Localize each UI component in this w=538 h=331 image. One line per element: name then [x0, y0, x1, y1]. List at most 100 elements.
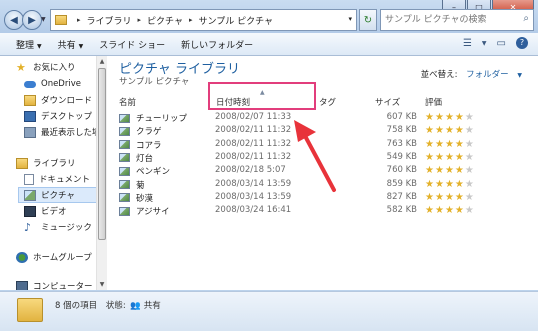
rating-star-icon[interactable]: ★ — [455, 113, 464, 123]
search-box[interactable]: ⌕ — [380, 9, 534, 31]
search-input[interactable] — [381, 14, 515, 26]
sidebar-item-downloads[interactable]: ダウンロード — [24, 93, 92, 107]
refresh-button[interactable]: ↻ — [359, 9, 377, 31]
file-row[interactable]: クラゲ — [119, 125, 162, 137]
forward-button[interactable]: ▶ — [22, 10, 42, 30]
file-row[interactable]: 灯台 — [119, 152, 153, 164]
rating-star-icon[interactable]: ★ — [465, 152, 474, 163]
rating-star-icon[interactable]: ★ — [425, 126, 434, 136]
column-header-size[interactable]: サイズ — [375, 96, 400, 108]
rating-star-icon[interactable]: ★ — [425, 206, 434, 216]
rating-star-icon[interactable]: ★ — [445, 166, 454, 176]
column-header-name[interactable]: 名前 — [119, 96, 136, 108]
column-header-tag[interactable]: タグ — [319, 96, 336, 108]
preview-pane-icon[interactable]: ▭ — [497, 38, 506, 49]
share-menu[interactable]: 共有 ▼ — [58, 38, 84, 51]
file-rating[interactable]: ★ ★ ★ ★ ★ — [425, 152, 474, 163]
rating-star-icon[interactable]: ★ — [435, 166, 444, 176]
sidebar-item-computer[interactable]: コンピューター — [16, 279, 93, 290]
recent-pages-dropdown[interactable]: ▼ — [41, 16, 46, 23]
rating-star-icon[interactable]: ★ — [425, 179, 434, 190]
rating-star-icon[interactable]: ★ — [435, 152, 444, 163]
scroll-down-icon[interactable]: ▼ — [98, 280, 106, 289]
rating-star-icon[interactable]: ★ — [445, 179, 454, 190]
file-row[interactable]: チューリップ — [119, 112, 187, 124]
file-row[interactable]: 砂漠 — [119, 192, 153, 204]
rating-star-icon[interactable]: ★ — [465, 179, 474, 190]
breadcrumb-root-arrow[interactable]: ▸ — [77, 16, 81, 24]
rating-star-icon[interactable]: ★ — [445, 152, 454, 163]
rating-star-icon[interactable]: ★ — [445, 126, 454, 136]
rating-star-icon[interactable]: ★ — [455, 192, 464, 203]
rating-star-icon[interactable]: ★ — [465, 192, 474, 203]
breadcrumb-separator[interactable]: ▸ — [138, 16, 142, 24]
rating-star-icon[interactable]: ★ — [455, 179, 464, 190]
file-rating[interactable]: ★ ★ ★ ★ ★ — [425, 166, 474, 176]
rating-star-icon[interactable]: ★ — [435, 206, 444, 216]
view-options-icon[interactable]: ☰ — [463, 38, 472, 49]
breadcrumb-sample-pictures[interactable]: サンプル ピクチャ — [198, 14, 273, 27]
rating-star-icon[interactable]: ★ — [465, 113, 474, 123]
chevron-down-icon[interactable]: ▼ — [482, 40, 487, 47]
new-folder-button[interactable]: 新しいフォルダー — [181, 38, 253, 51]
sidebar-item-libraries[interactable]: ライブラリ — [16, 156, 76, 170]
scroll-up-icon[interactable]: ▲ — [98, 57, 106, 66]
rating-star-icon[interactable]: ★ — [465, 139, 474, 150]
file-rating[interactable]: ★ ★ ★ ★ ★ — [425, 113, 474, 123]
file-rating[interactable]: ★ ★ ★ ★ ★ — [425, 126, 474, 136]
rating-star-icon[interactable]: ★ — [445, 139, 454, 150]
rating-star-icon[interactable]: ★ — [425, 166, 434, 176]
scrollbar-thumb[interactable] — [98, 68, 106, 240]
back-button[interactable]: ◀ — [4, 10, 24, 30]
rating-star-icon[interactable]: ★ — [445, 113, 454, 123]
rating-star-icon[interactable]: ★ — [425, 152, 434, 163]
rating-star-icon[interactable]: ★ — [455, 126, 464, 136]
sidebar-item-desktop[interactable]: デスクトップ — [24, 109, 92, 123]
rating-star-icon[interactable]: ★ — [425, 139, 434, 150]
rating-star-icon[interactable]: ★ — [455, 206, 464, 216]
rating-star-icon[interactable]: ★ — [455, 139, 464, 150]
rating-star-icon[interactable]: ★ — [435, 113, 444, 123]
file-row[interactable]: アジサイ — [119, 205, 170, 217]
rating-star-icon[interactable]: ★ — [435, 126, 444, 136]
rating-star-icon[interactable]: ★ — [425, 113, 434, 123]
rating-star-icon[interactable]: ★ — [445, 192, 454, 203]
breadcrumb-libraries[interactable]: ライブラリ — [87, 14, 132, 27]
file-rating[interactable]: ★ ★ ★ ★ ★ — [425, 192, 474, 203]
rating-star-icon[interactable]: ★ — [425, 192, 434, 203]
file-row[interactable]: 菊 — [119, 179, 145, 191]
rating-star-icon[interactable]: ★ — [455, 166, 464, 176]
rating-star-icon[interactable]: ★ — [445, 206, 454, 216]
rating-star-icon[interactable]: ★ — [465, 166, 474, 176]
rating-star-icon[interactable]: ★ — [435, 192, 444, 203]
arrange-by-dropdown[interactable]: フォルダー — [466, 70, 509, 80]
file-rating[interactable]: ★ ★ ★ ★ ★ — [425, 139, 474, 150]
column-header-rating[interactable]: 評価 — [425, 96, 442, 108]
slideshow-button[interactable]: スライド ショー — [99, 38, 165, 51]
breadcrumb-separator[interactable]: ▸ — [189, 16, 193, 24]
file-row[interactable]: ペンギン — [119, 165, 170, 177]
sidebar-item-onedrive[interactable]: OneDrive — [24, 77, 81, 91]
file-row[interactable]: コアラ — [119, 139, 162, 151]
file-rating[interactable]: ★ ★ ★ ★ ★ — [425, 179, 474, 190]
rating-star-icon[interactable]: ★ — [435, 139, 444, 150]
sidebar-item-documents[interactable]: ドキュメント — [24, 172, 90, 186]
chevron-down-icon[interactable]: ▼ — [517, 72, 522, 79]
sidebar-item-homegroup[interactable]: ホームグループ — [16, 250, 92, 264]
help-icon[interactable]: ? — [516, 37, 528, 49]
search-icon[interactable]: ⌕ — [523, 13, 529, 24]
address-dropdown-icon[interactable]: ▾ — [348, 15, 352, 23]
sidebar-item-pictures[interactable]: ピクチャ — [18, 187, 96, 203]
sidebar-item-music[interactable]: ♪ ミュージック — [24, 220, 92, 234]
file-rating[interactable]: ★ ★ ★ ★ ★ — [425, 206, 474, 216]
sidebar-item-videos[interactable]: ビデオ — [24, 204, 67, 218]
rating-star-icon[interactable]: ★ — [435, 179, 444, 190]
address-bar[interactable]: ▸ ライブラリ ▸ ピクチャ ▸ サンプル ピクチャ ▾ — [50, 9, 357, 31]
breadcrumb-pictures[interactable]: ピクチャ — [147, 14, 183, 27]
rating-star-icon[interactable]: ★ — [455, 152, 464, 163]
rating-star-icon[interactable]: ★ — [465, 126, 474, 136]
organize-menu[interactable]: 整理 ▼ — [16, 38, 42, 51]
sidebar-scrollbar[interactable]: ▲ ▼ — [96, 56, 107, 290]
rating-star-icon[interactable]: ★ — [465, 206, 474, 216]
sidebar-item-favorites[interactable]: ★ お気に入り — [16, 60, 76, 74]
